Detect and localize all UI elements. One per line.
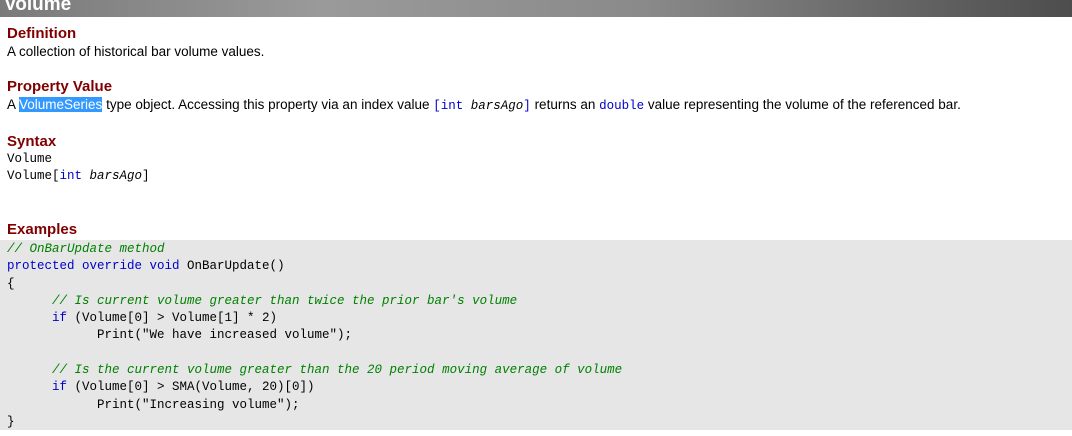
property-value-heading: Property Value: [7, 78, 113, 95]
syntax-heading: Syntax: [7, 133, 57, 150]
code-method-line: protected override void OnBarUpdate(): [7, 258, 622, 275]
definition-text: A collection of historical bar volume va…: [7, 44, 265, 59]
kw-if-2: if: [52, 380, 68, 395]
method-name: OnBarUpdate(): [179, 259, 285, 274]
kw-protected: protected: [7, 259, 75, 274]
kw-void: void: [142, 259, 180, 274]
return-type: double: [599, 99, 645, 113]
code-close-brace: }: [7, 414, 15, 429]
page-title: Volume: [4, 0, 72, 15]
syntax-section: Syntax Volume Volume[int barsAgo]: [7, 133, 150, 186]
title-bar: Volume: [0, 0, 1072, 17]
syntax-line-1: Volume: [7, 152, 53, 166]
syntax-name: barsAgo: [82, 169, 143, 184]
property-value-text: A VolumeSeries type object. Accessing th…: [7, 96, 1067, 115]
definition-section: Definition A collection of historical ba…: [7, 25, 264, 60]
cond-2: (Volume[0] > SMA(Volume, 20)[0]): [67, 380, 315, 395]
index-close: ]: [523, 99, 531, 113]
definition-heading: Definition: [7, 25, 77, 42]
code-comment-1: // OnBarUpdate method: [7, 242, 165, 256]
code-comment-3: // Is the current volume greater than th…: [52, 363, 623, 378]
property-value-section: Property Value A VolumeSeries type objec…: [7, 78, 1067, 115]
syntax-prefix: Volume[: [7, 169, 60, 184]
examples-section: Examples: [7, 221, 77, 239]
volumeseries-link[interactable]: VolumeSeries: [19, 97, 103, 112]
text-prefix: A: [7, 97, 20, 112]
code-if-2: if (Volume[0] > SMA(Volume, 20)[0]): [7, 379, 622, 396]
index-name: barsAgo: [463, 99, 524, 113]
text-mid2: returns an: [530, 97, 600, 112]
kw-if-1: if: [52, 311, 68, 326]
code-comment-2: // Is current volume greater than twice …: [52, 293, 518, 308]
index-type: int: [440, 99, 464, 113]
syntax-line-2: Volume[int barsAgo]: [7, 168, 150, 185]
index-open: [: [433, 99, 441, 113]
text-suffix: value representing the volume of the ref…: [644, 97, 961, 112]
example-code: // OnBarUpdate method protected override…: [7, 241, 622, 431]
cond-1: (Volume[0] > Volume[1] * 2): [67, 311, 278, 326]
code-open-brace: {: [7, 276, 15, 291]
code-print-1: Print("We have increased volume");: [97, 328, 353, 343]
syntax-type: int: [59, 169, 83, 184]
text-mid: type object. Accessing this property via…: [102, 97, 434, 112]
code-print-2: Print("Increasing volume");: [97, 397, 300, 412]
code-blank: [7, 345, 622, 362]
examples-heading: Examples: [7, 221, 78, 238]
syntax-suffix: ]: [142, 169, 150, 184]
code-if-1: if (Volume[0] > Volume[1] * 2): [7, 310, 622, 327]
kw-override: override: [74, 259, 143, 274]
